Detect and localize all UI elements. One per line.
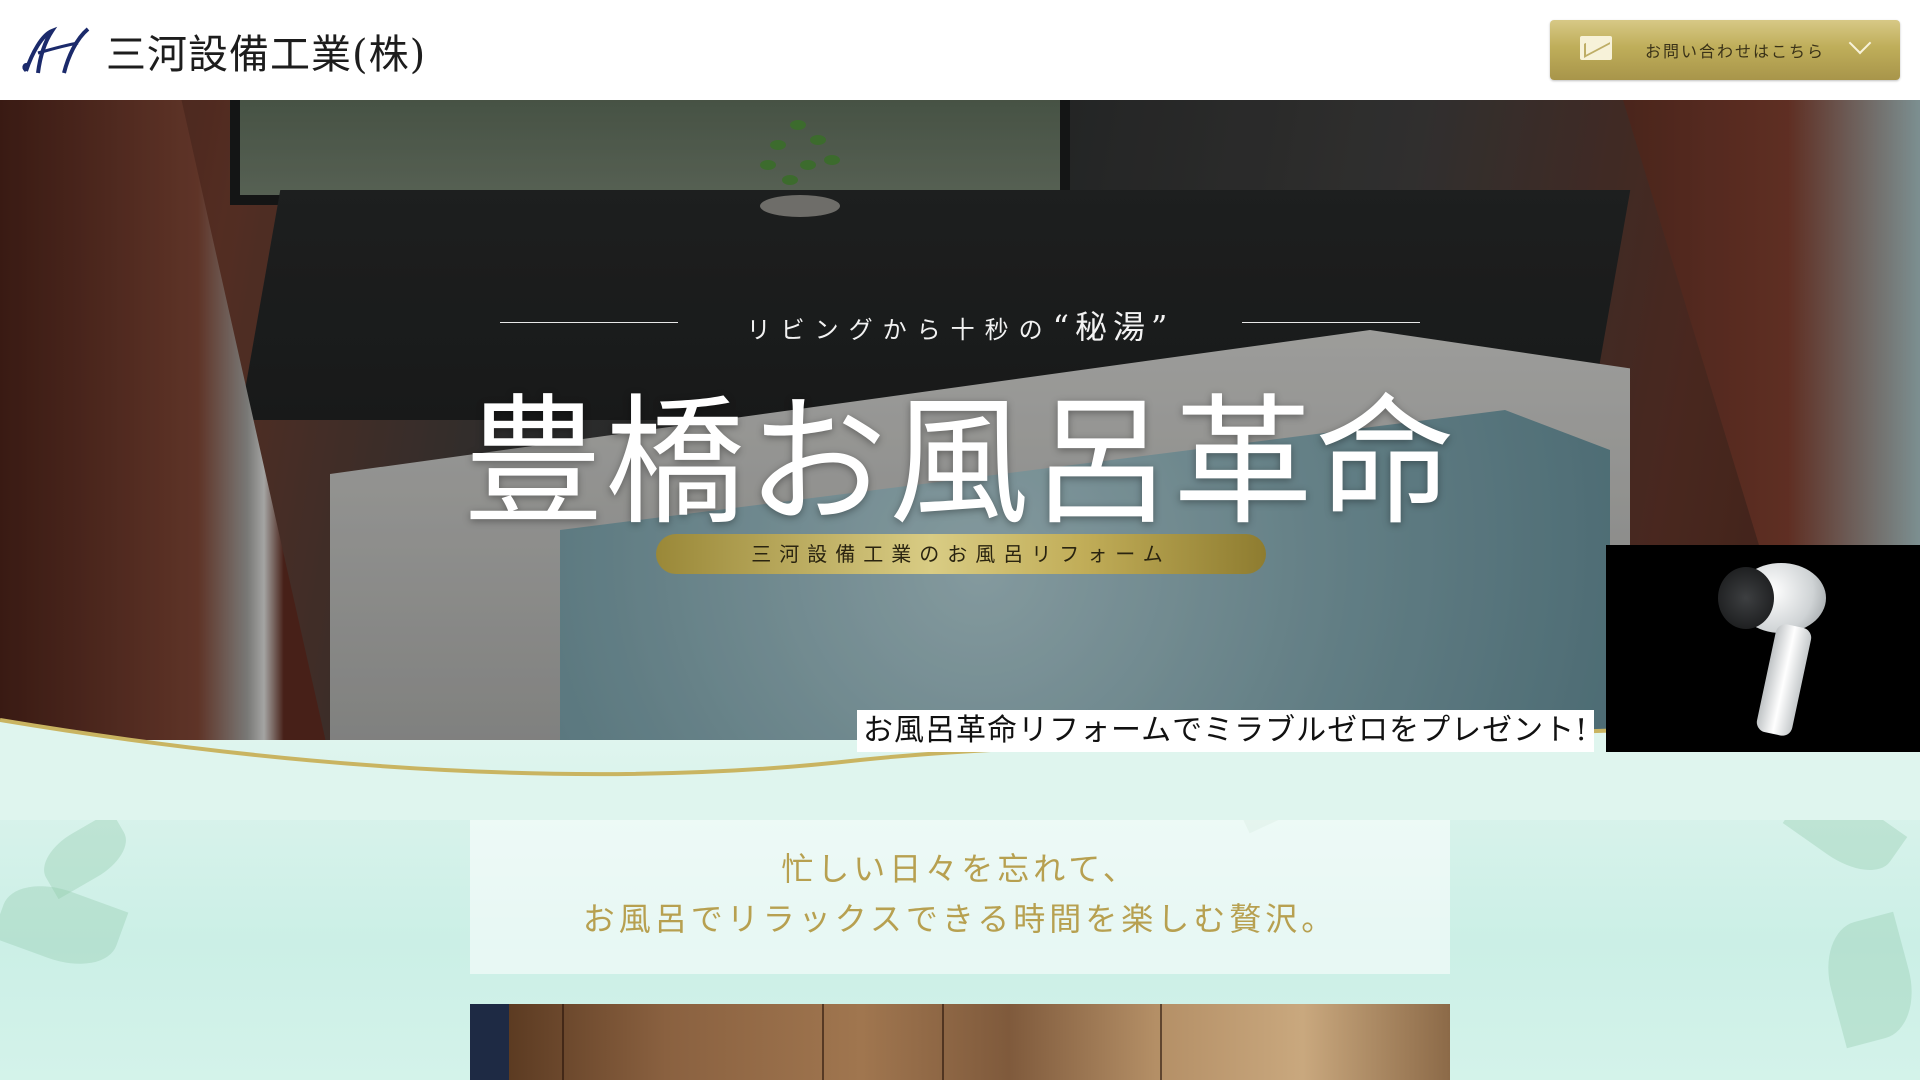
tagline-text: リビングから十秒の: [746, 316, 1053, 344]
site-header: 三河設備工業(株) お問い合わせはこちら: [0, 0, 1920, 100]
promo-banner[interactable]: お風呂革命リフォームでミラブルゼロをプレゼント!: [857, 710, 1595, 752]
tagline-highlight: “秘湯”: [1052, 308, 1174, 346]
intro-line-1: 忙しい日々を忘れて、: [781, 850, 1139, 888]
chevron-down-icon: [1848, 31, 1872, 55]
hero-tagline: リビングから十秒の“秘湯”: [500, 302, 1420, 346]
company-name: 三河設備工業(株): [106, 32, 427, 78]
tagline-line-right: [1242, 322, 1420, 323]
site-logo[interactable]: 三河設備工業(株): [18, 22, 426, 80]
bathroom-photo: [470, 1004, 1450, 1080]
hero-title: 豊橋お風呂革命: [462, 382, 1457, 545]
leaf-decoration: [1815, 911, 1920, 1049]
intro-line-2: お風呂でリラックスできる時間を楽しむ贅沢。: [582, 900, 1338, 938]
mail-icon: [1580, 36, 1612, 60]
logo-mark-icon: [22, 26, 90, 74]
contact-button[interactable]: お問い合わせはこちら: [1550, 20, 1900, 80]
hero-subtitle-pill: 三河設備工業のお風呂リフォーム: [656, 534, 1266, 574]
showerhead-product-image: [1606, 545, 1920, 752]
contact-button-label: お問い合わせはこちら: [1645, 42, 1826, 61]
